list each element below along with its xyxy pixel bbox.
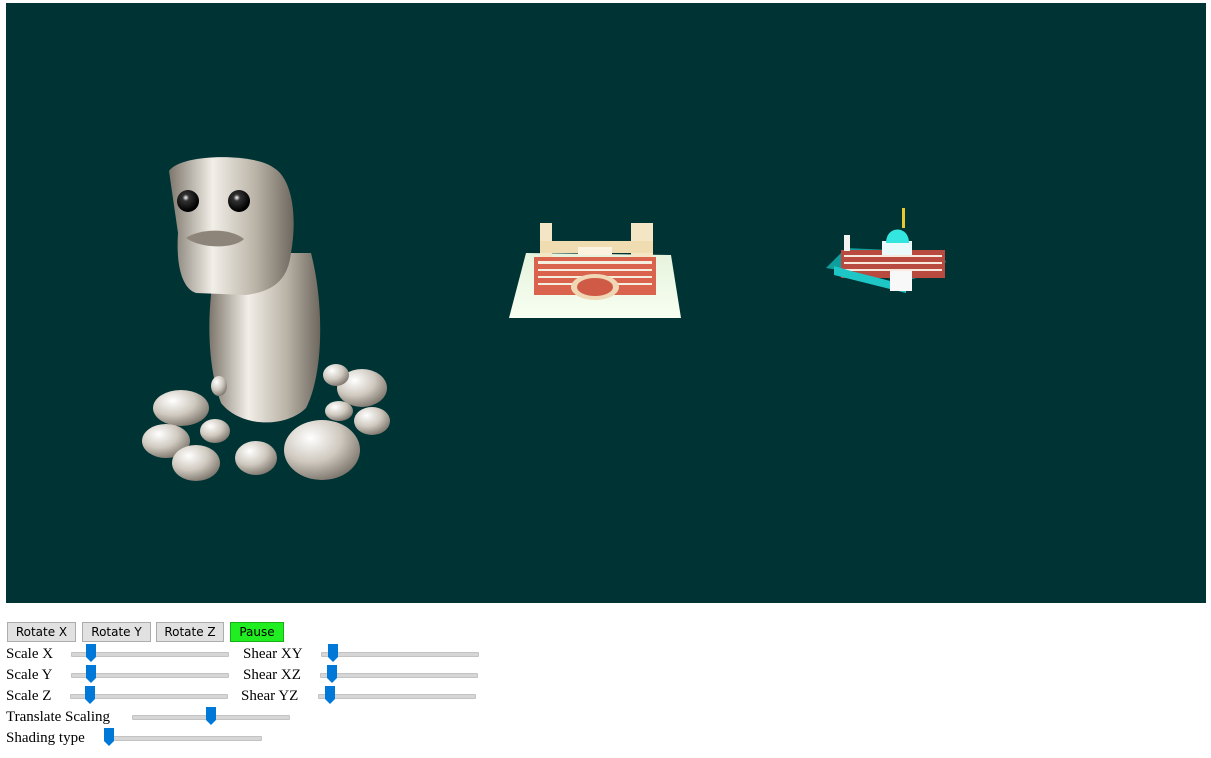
scale-y-label: Scale Y [6, 667, 53, 683]
scale-x-label: Scale X [6, 646, 54, 662]
shear-xy-label: Shear XY [243, 646, 303, 662]
building-model-1 [509, 223, 681, 318]
scale-z-label: Scale Z [6, 688, 52, 704]
scale-y-slider[interactable] [71, 665, 229, 685]
slider-thumb[interactable] [85, 665, 96, 683]
shear-xz-slider[interactable] [320, 665, 478, 685]
scene-render [142, 157, 946, 481]
shear-xy-slider[interactable] [321, 644, 479, 664]
slider-row-3: Scale Z Shear YZ [6, 686, 486, 706]
slider-track [104, 736, 262, 741]
scale-x-slider[interactable] [71, 644, 229, 664]
shear-xz-label: Shear XZ [243, 667, 301, 683]
slider-row-2: Scale Y Shear XZ [6, 665, 486, 685]
slider-thumb[interactable] [325, 686, 336, 704]
building-model-2 [826, 208, 946, 293]
shading-type-slider[interactable] [104, 728, 262, 748]
translate-scaling-label: Translate Scaling [6, 709, 111, 725]
slider-track [321, 652, 479, 657]
slider-row-4: Translate Scaling [6, 707, 306, 727]
scale-z-slider[interactable] [70, 686, 228, 706]
rotate-z-button[interactable]: Rotate Z [156, 622, 224, 642]
rotate-x-button[interactable]: Rotate X [7, 622, 76, 642]
pause-button[interactable]: Pause [230, 622, 284, 642]
shear-yz-slider[interactable] [318, 686, 476, 706]
slider-row-1: Scale X Shear XY [6, 644, 486, 664]
slider-track [320, 673, 478, 678]
shear-yz-label: Shear YZ [241, 688, 299, 704]
rotate-y-button[interactable]: Rotate Y [82, 622, 151, 642]
moai-statue-model [142, 157, 390, 481]
slider-thumb[interactable] [104, 728, 114, 746]
slider-thumb[interactable] [206, 707, 216, 725]
slider-track [318, 694, 476, 699]
slider-thumb[interactable] [327, 665, 338, 683]
slider-row-5: Shading type [6, 728, 306, 748]
slider-thumb[interactable] [328, 644, 339, 662]
translate-scaling-slider[interactable] [132, 707, 290, 727]
shading-type-label: Shading type [6, 730, 85, 746]
slider-thumb[interactable] [85, 644, 96, 662]
slider-thumb[interactable] [84, 686, 95, 704]
webgl-canvas[interactable] [6, 3, 1206, 603]
